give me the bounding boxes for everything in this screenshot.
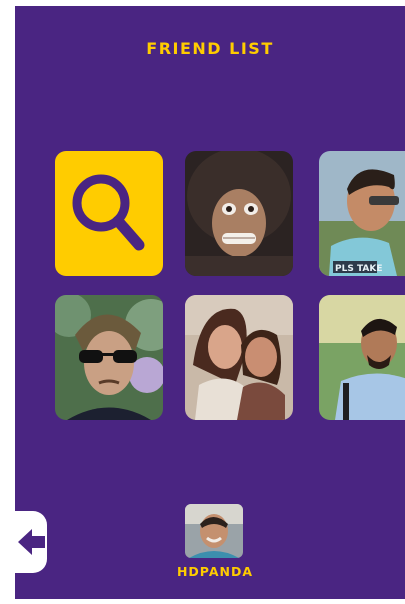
search-button[interactable] <box>55 151 163 276</box>
current-user-avatar[interactable] <box>185 504 243 558</box>
friend-list-screen: FRIEND LIST PLS TAKE HDPANDA <box>15 6 405 599</box>
friend-photo: PLS TAKE <box>319 151 405 276</box>
back-button[interactable] <box>15 511 47 573</box>
arrow-left-icon <box>18 529 45 555</box>
search-icon <box>72 174 145 251</box>
friend-tile-3[interactable] <box>55 295 163 420</box>
friend-photo <box>185 151 293 276</box>
avatar <box>185 504 243 558</box>
page-title: FRIEND LIST <box>146 39 274 58</box>
friend-tile-5[interactable] <box>319 295 405 420</box>
friend-tile-1[interactable] <box>185 151 293 276</box>
friend-photo <box>55 295 163 420</box>
friend-tile-2[interactable]: PLS TAKE <box>319 151 405 276</box>
friend-photo <box>319 295 405 420</box>
username-label: HDPANDA <box>176 564 254 579</box>
svg-text:PLS TAKE: PLS TAKE <box>335 264 382 274</box>
friend-tile-4[interactable] <box>185 295 293 420</box>
friend-photo <box>185 295 293 420</box>
